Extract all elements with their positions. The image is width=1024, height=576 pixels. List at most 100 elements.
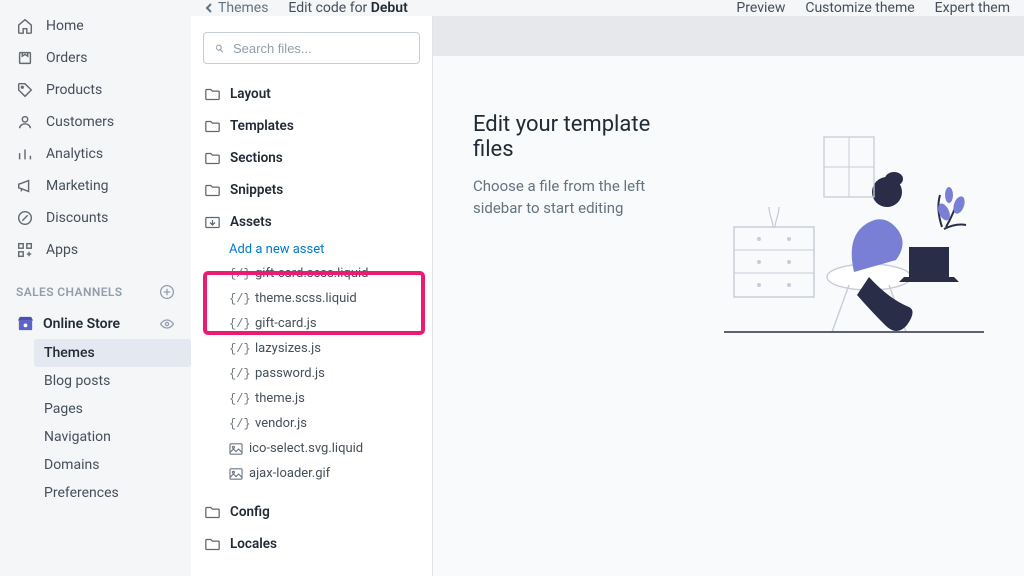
folder-config[interactable]: Config	[191, 496, 432, 528]
code-file-icon: {/}	[229, 292, 249, 306]
nav-label: Discounts	[46, 210, 108, 226]
folder-label: Snippets	[230, 182, 283, 198]
code-file-icon: {/}	[229, 317, 249, 331]
online-store-subnav: Themes Blog posts Pages Navigation Domai…	[0, 339, 191, 507]
top-bar: Themes Edit code for Debut Preview Custo…	[191, 0, 1024, 16]
folder-snippets[interactable]: Snippets	[191, 174, 432, 206]
customer-icon	[16, 113, 34, 131]
nav-label: Analytics	[46, 146, 103, 162]
folder-sections[interactable]: Sections	[191, 142, 432, 174]
editor-tab-bar	[433, 16, 1024, 56]
file-row[interactable]: {/} gift-card.js	[191, 311, 432, 336]
folder-label: Layout	[230, 86, 271, 102]
code-file-icon: {/}	[229, 342, 249, 356]
file-row[interactable]: {/}theme.scss.liquid	[191, 286, 432, 311]
folder-icon	[205, 184, 220, 197]
image-file-icon	[229, 468, 243, 480]
sales-channels-heading: SALES CHANNELS	[0, 266, 191, 308]
discount-icon	[16, 209, 34, 227]
analytics-icon	[16, 145, 34, 163]
subnav-themes[interactable]: Themes	[34, 339, 191, 367]
folder-icon	[205, 120, 220, 133]
folder-icon	[205, 152, 220, 165]
search-box[interactable]	[203, 32, 420, 64]
folder-label: Sections	[230, 150, 283, 166]
nav-apps[interactable]: Apps	[0, 234, 191, 266]
back-to-themes[interactable]: Themes	[205, 0, 268, 16]
file-name: password.js	[255, 366, 325, 381]
file-name: gift-card.scss.liquid	[255, 266, 368, 281]
folder-layout[interactable]: Layout	[191, 78, 432, 110]
folder-templates[interactable]: Templates	[191, 110, 432, 142]
sales-channels-label: SALES CHANNELS	[16, 285, 123, 299]
customize-theme-link[interactable]: Customize theme	[805, 0, 914, 16]
tag-icon	[16, 81, 34, 99]
code-file-icon: {/}	[229, 367, 249, 381]
nav-label: Apps	[46, 242, 78, 258]
hero-title: Edit your template files	[473, 112, 696, 162]
hero-subtitle: Choose a file from the left sidebar to s…	[473, 176, 696, 220]
orders-icon	[16, 49, 34, 67]
editor-area: Edit your template files Choose a file f…	[433, 16, 1024, 576]
folder-expanded-icon	[205, 216, 220, 229]
file-name: lazysizes.js	[255, 341, 321, 356]
subnav-blog-posts[interactable]: Blog posts	[34, 367, 191, 395]
online-store-label: Online Store	[43, 316, 120, 332]
nav-label: Customers	[46, 114, 114, 130]
file-row[interactable]: {/} theme.js	[191, 386, 432, 411]
subnav-pages[interactable]: Pages	[34, 395, 191, 423]
nav-label: Orders	[46, 50, 88, 66]
file-name: ico-select.svg.liquid	[249, 441, 363, 456]
file-row[interactable]: {/} lazysizes.js	[191, 336, 432, 361]
main-nav: Home Orders Products Customers Analytics…	[0, 0, 191, 553]
file-row[interactable]: {/} gift-card.scss.liquid	[191, 261, 432, 286]
add-channel-icon[interactable]	[159, 284, 175, 300]
store-icon	[16, 314, 35, 333]
folder-label: Config	[230, 504, 270, 520]
file-row[interactable]: ico-select.svg.liquid	[191, 436, 432, 461]
subnav-preferences[interactable]: Preferences	[34, 479, 191, 507]
subnav-domains[interactable]: Domains	[34, 451, 191, 479]
apps-icon	[16, 241, 34, 259]
expert-theme-link[interactable]: Expert them	[935, 0, 1010, 16]
online-store-row[interactable]: Online Store	[0, 308, 191, 339]
nav-analytics[interactable]: Analytics	[0, 138, 191, 170]
preview-link[interactable]: Preview	[736, 0, 785, 16]
main-area: Themes Edit code for Debut Preview Custo…	[191, 0, 1024, 553]
folder-label: Locales	[230, 536, 277, 552]
megaphone-icon	[16, 177, 34, 195]
page-title: Edit code for Debut	[288, 0, 407, 16]
title-theme-name: Debut	[371, 0, 408, 16]
search-icon	[214, 41, 225, 56]
home-icon	[16, 17, 34, 35]
file-browser: Layout Templates Sections Snippets Asset…	[191, 16, 433, 576]
title-prefix: Edit code for	[288, 0, 370, 16]
nav-products[interactable]: Products	[0, 74, 191, 106]
folder-assets[interactable]: Assets	[191, 206, 432, 238]
file-name: theme.js	[255, 391, 305, 406]
folder-icon	[205, 506, 220, 519]
file-row[interactable]: {/} vendor.js	[191, 411, 432, 436]
code-file-icon: {/}	[229, 392, 249, 406]
view-icon[interactable]	[159, 316, 175, 332]
add-asset-link[interactable]: Add a new asset	[191, 238, 432, 261]
nav-customers[interactable]: Customers	[0, 106, 191, 138]
nav-label: Home	[46, 18, 84, 34]
file-name: vendor.js	[255, 416, 307, 431]
code-file-icon: {/}	[229, 417, 249, 431]
nav-orders[interactable]: Orders	[0, 42, 191, 74]
file-row[interactable]: ajax-loader.gif	[191, 461, 432, 486]
folder-label: Templates	[230, 118, 294, 134]
folder-icon	[205, 538, 220, 551]
back-label: Themes	[218, 0, 268, 16]
nav-home[interactable]: Home	[0, 10, 191, 42]
file-name: gift-card.js	[255, 316, 317, 331]
search-input[interactable]	[233, 41, 409, 56]
nav-marketing[interactable]: Marketing	[0, 170, 191, 202]
code-file-icon: {/}	[229, 267, 249, 281]
folder-locales[interactable]: Locales	[191, 528, 432, 560]
nav-discounts[interactable]: Discounts	[0, 202, 191, 234]
folder-icon	[205, 88, 220, 101]
file-row[interactable]: {/} password.js	[191, 361, 432, 386]
subnav-navigation[interactable]: Navigation	[34, 423, 191, 451]
